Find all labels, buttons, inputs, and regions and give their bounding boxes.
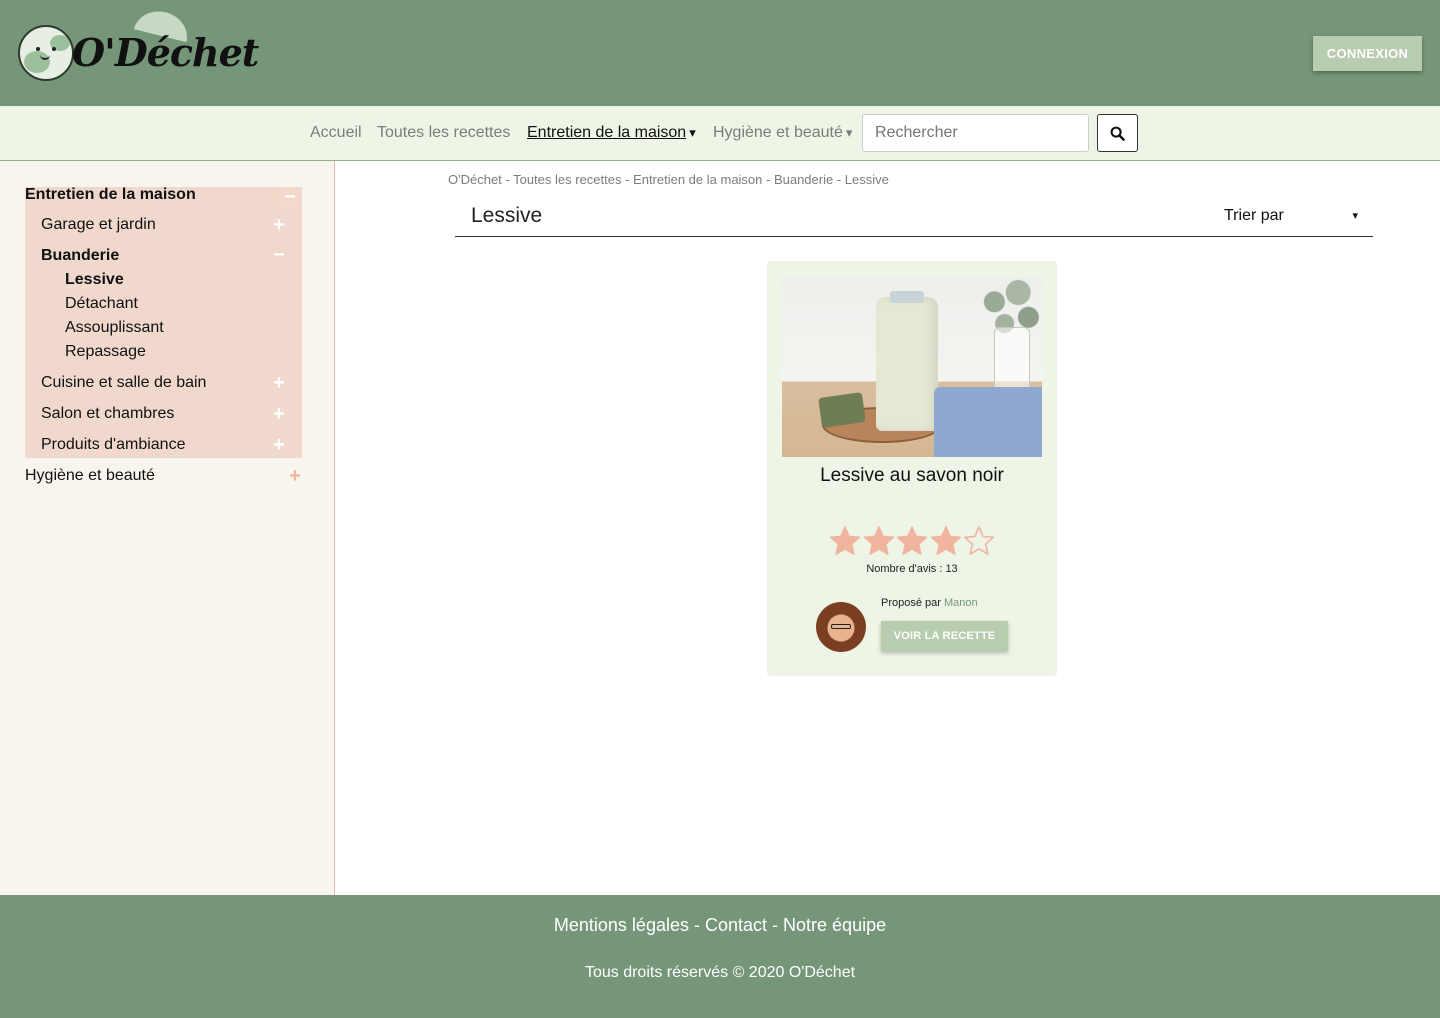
subcategory-buanderie[interactable]: Buanderie — [41, 247, 119, 265]
search-button[interactable] — [1097, 114, 1138, 152]
plus-icon[interactable]: + — [271, 215, 287, 235]
subcategory-salon[interactable]: Salon et chambres — [41, 405, 174, 423]
author-avatar — [816, 602, 866, 652]
search-input[interactable] — [862, 114, 1089, 152]
view-recipe-button[interactable]: VOIR LA RECETTE — [881, 621, 1008, 651]
page-header: Lessive Trier par ▾ — [455, 196, 1373, 237]
page-title: Lessive — [471, 204, 543, 227]
site-header: O'Déchet CONNEXION — [0, 0, 1440, 106]
category-entretien[interactable]: Entretien de la maison — [25, 186, 196, 204]
subcategory-cuisine[interactable]: Cuisine et salle de bain — [41, 374, 206, 392]
recipe-title[interactable]: Lessive au savon noir — [767, 465, 1057, 487]
subsubcategory-detachant[interactable]: Détachant — [65, 295, 138, 313]
nav-item-label: Hygiène et beauté — [713, 124, 843, 141]
sort-label: Trier par — [1224, 207, 1284, 224]
subsubcategory-lessive[interactable]: Lessive — [65, 271, 124, 289]
subsubcategory-assouplissant[interactable]: Assouplissant — [65, 319, 164, 337]
nav-item-label: Toutes les recettes — [377, 124, 511, 141]
search-icon — [1110, 126, 1125, 141]
minus-icon[interactable]: − — [279, 187, 301, 208]
plus-icon[interactable]: + — [271, 404, 287, 424]
breadcrumb: O'Déchet - Toutes les recettes - Entreti… — [448, 172, 889, 187]
caret-down-icon: ▾ — [845, 125, 853, 140]
subcategory-garage[interactable]: Garage et jardin — [41, 216, 156, 234]
minus-icon[interactable]: − — [271, 245, 287, 265]
caret-down-icon: ▾ — [689, 125, 696, 140]
reviews-count: Nombre d'avis : 13 — [866, 563, 958, 575]
star-filled-icon — [896, 526, 928, 555]
star-filled-icon — [863, 526, 894, 555]
nav-item-label: Accueil — [310, 124, 362, 141]
caret-down-icon: ▾ — [1352, 210, 1358, 222]
star-filled-icon — [829, 526, 861, 555]
author-link[interactable]: Manon — [944, 597, 978, 609]
nav-item-hygiene[interactable]: Hygiène et beauté ▾ — [713, 124, 852, 142]
category-hygiene[interactable]: Hygiène et beauté — [25, 467, 155, 485]
rating-stars — [829, 525, 995, 559]
nav-item-entretien[interactable]: Entretien de la maison ▾ — [527, 124, 696, 142]
site-footer: Mentions légales - Contact - Notre équip… — [0, 895, 1440, 1018]
logo-earth-icon — [18, 25, 74, 81]
footer-separator: - — [688, 915, 705, 935]
proposed-by: Proposé par Manon — [881, 597, 978, 609]
nav-item-toutes-recettes[interactable]: Toutes les recettes — [377, 124, 510, 142]
sort-select[interactable]: Trier par ▾ — [1224, 207, 1358, 225]
nav-item-label: Entretien de la maison — [527, 124, 687, 141]
plus-icon[interactable]: + — [271, 435, 287, 455]
logo-text: O'Déchet — [72, 30, 259, 75]
nav-item-accueil[interactable]: Accueil — [310, 124, 362, 142]
footer-separator: - — [767, 915, 784, 935]
footer-link-equipe[interactable]: Notre équipe — [783, 915, 886, 935]
footer-link-mentions[interactable]: Mentions légales — [554, 915, 689, 935]
site-logo[interactable]: O'Déchet — [18, 5, 259, 82]
proposed-by-label: Proposé par — [881, 597, 941, 609]
login-button[interactable]: CONNEXION — [1313, 36, 1422, 71]
footer-links: Mentions légales - Contact - Notre équip… — [0, 915, 1440, 936]
main-nav: Accueil Toutes les recettes Entretien de… — [0, 106, 1440, 161]
subcategory-ambiance[interactable]: Produits d'ambiance — [41, 436, 185, 454]
plus-icon[interactable]: + — [287, 466, 303, 486]
star-filled-icon — [930, 526, 961, 555]
subsubcategory-repassage[interactable]: Repassage — [65, 343, 146, 361]
plus-icon[interactable]: + — [271, 373, 287, 393]
footer-link-contact[interactable]: Contact — [705, 915, 767, 935]
recipe-card: Lessive au savon noir Nombre d'avis : 13… — [767, 261, 1057, 676]
star-outline-icon — [963, 526, 995, 555]
recipe-image[interactable] — [782, 277, 1042, 457]
category-sidebar: Entretien de la maison − Garage et jardi… — [0, 161, 335, 895]
copyright: Tous droits réservés © 2020 O'Déchet — [584, 964, 856, 981]
